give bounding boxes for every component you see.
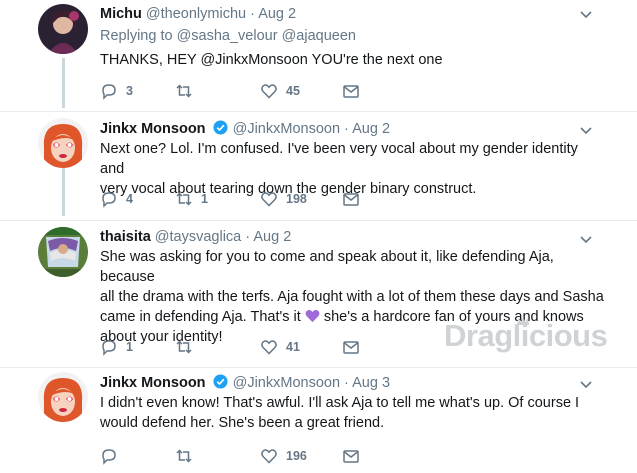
like-button[interactable]: 198 [260,189,307,209]
replying-to: Replying to @sasha_velour @ajaqueen [100,26,356,46]
chevron-down-icon[interactable] [579,126,593,136]
retweet-icon [176,192,192,206]
envelope-icon [343,85,359,98]
like-count: 198 [286,192,307,206]
purple-heart-emoji-icon [305,309,320,323]
direct-message-button[interactable] [342,189,368,209]
like-count: 45 [286,84,300,98]
tweet-text-line: She was asking for you to come and speak… [100,249,554,285]
tweet-divider [0,367,637,368]
chevron-down-icon[interactable] [579,380,593,390]
user-handle[interactable]: @JinkxMonsoon [233,121,340,137]
display-name[interactable]: Jinkx Monsoon [100,375,206,391]
tweet-actions: 196 [100,446,400,466]
tweet-header: Jinkx Monsoon @JinkxMonsoon · Aug 2 [100,119,390,139]
retweet-count: 1 [201,192,208,206]
like-button[interactable]: 41 [260,337,300,357]
direct-message-button[interactable] [342,446,368,466]
separator-dot: · [250,6,255,22]
reply-icon [102,84,116,100]
tweet-date[interactable]: Aug 2 [253,229,291,245]
reply-count: 3 [126,84,133,98]
tweet-actions: 4 1 198 [100,189,400,209]
retweet-icon [176,340,192,354]
retweet-icon [176,449,192,463]
thread-line [62,166,65,216]
user-handle[interactable]: @JinkxMonsoon [233,375,340,391]
separator-dot: · [245,229,251,245]
retweet-button[interactable]: 1 [175,189,208,209]
reply-count: 1 [126,340,133,354]
avatar-jinkx[interactable] [38,372,88,422]
direct-message-button[interactable] [342,337,368,357]
heart-icon [261,449,277,464]
watermark-logo: Draglicious [444,318,608,353]
chevron-down-icon[interactable] [579,235,593,245]
reply-icon [102,340,116,356]
reply-icon [102,449,116,465]
like-count: 196 [286,449,307,463]
like-button[interactable]: 45 [260,81,300,101]
display-name[interactable]: thaisita [100,229,151,245]
heart-icon [261,84,277,99]
tweet-text-line: I didn't even know! That's awful. I'll a… [100,395,580,411]
tweet-header: thaisita @taysvaglica · Aug 2 [100,227,291,247]
reply-button[interactable]: 3 [100,81,133,101]
heart-icon [261,192,277,207]
reply-button[interactable]: 1 [100,337,133,357]
reply-icon [102,192,116,208]
tweet-date[interactable]: Aug 2 [258,6,296,22]
avatar-thaisita[interactable] [38,227,88,277]
separator-dot: · [344,375,349,391]
retweet-icon [176,84,192,98]
display-name[interactable]: Jinkx Monsoon [100,121,206,137]
verified-badge-icon [213,374,228,389]
like-button[interactable]: 196 [260,446,307,466]
user-handle[interactable]: @taysvaglica [155,229,241,245]
avatar-jinkx-image [38,372,88,422]
tweet-header: Michu @theonlymichu · Aug 2 [100,4,296,24]
tweet-text: THANKS, HEY @JinkxMonsoon YOU're the nex… [100,52,443,68]
envelope-icon [343,193,359,206]
reply-button[interactable]: 4 [100,189,133,209]
replying-to-label: Replying to [100,28,173,44]
tweet-text-line: came in defending Aja. That's it [100,309,301,325]
like-count: 41 [286,340,300,354]
retweet-button[interactable] [175,446,201,466]
retweet-button[interactable] [175,81,201,101]
verified-badge-icon [213,120,228,135]
envelope-icon [343,450,359,463]
retweet-button[interactable] [175,337,201,357]
direct-message-button[interactable] [342,81,368,101]
avatar-thaisita-image [38,227,88,277]
tweet-date[interactable]: Aug 3 [352,375,390,391]
tweet-text: I didn't even know! That's awful. I'll a… [100,393,605,433]
avatar-jinkx-image [38,118,88,168]
reply-button[interactable] [100,446,126,466]
tweet-actions: 1 41 [100,337,400,357]
envelope-icon [343,341,359,354]
replying-to-handles[interactable]: @sasha_velour @ajaqueen [177,28,356,44]
tweet-text-line: all the drama with the terfs. Aja fought… [100,289,604,305]
tweet-actions: 3 45 [100,81,400,101]
tweet-text-line: Next one? Lol. I'm confused. I've been v… [100,141,578,177]
separator-dot: · [344,121,349,137]
tweet-divider [0,220,637,221]
tweet-divider [0,111,637,112]
avatar-michu[interactable] [38,4,88,54]
tweet-text-line: would defend her. She's been a great fri… [100,415,385,431]
tweet-header: Jinkx Monsoon @JinkxMonsoon · Aug 3 [100,373,390,393]
avatar-jinkx[interactable] [38,118,88,168]
user-handle[interactable]: @theonlymichu [146,6,246,22]
heart-icon [261,340,277,355]
reply-count: 4 [126,192,133,206]
chevron-down-icon[interactable] [579,10,593,20]
tweet-date[interactable]: Aug 2 [352,121,390,137]
display-name[interactable]: Michu [100,6,142,22]
avatar-michu-image [38,4,88,54]
thread-line [62,58,65,108]
